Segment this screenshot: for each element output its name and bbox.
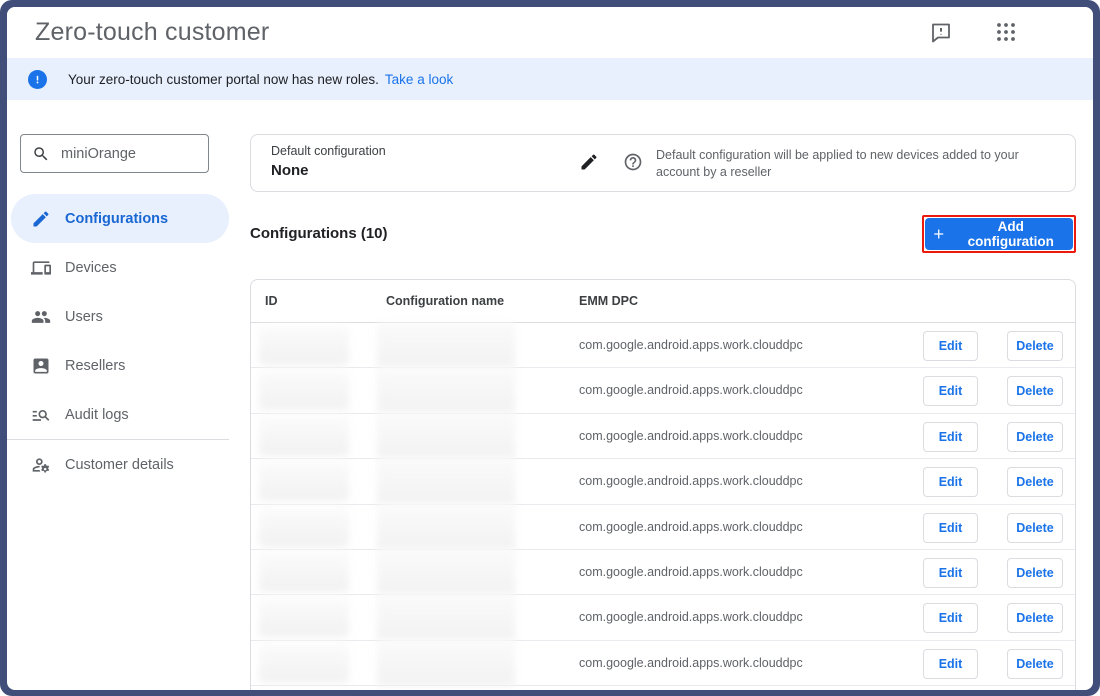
edit-button[interactable]: Edit (923, 422, 978, 452)
emm-dpc-cell: com.google.android.apps.work.clouddpc (579, 383, 803, 397)
sidebar-item-label: Resellers (65, 358, 125, 374)
edit-button[interactable]: Edit (923, 558, 978, 588)
redacted-configuration-name-cell (377, 323, 515, 368)
default-configuration-help-text: Default configuration will be applied to… (656, 147, 1036, 181)
zero-touch-portal-window: Zero-touch customer (7, 7, 1093, 690)
configurations-table: ID Configuration name EMM DPC com.google… (250, 279, 1076, 690)
redacted-id-cell (259, 598, 349, 637)
delete-button[interactable]: Delete (1007, 603, 1063, 633)
users-icon (31, 307, 51, 327)
default-configuration-label: Default configuration (271, 144, 386, 158)
emm-dpc-cell: com.google.android.apps.work.clouddpc (579, 338, 803, 352)
table-row: com.google.android.apps.work.clouddpc Ed… (251, 595, 1075, 640)
person-gear-icon (31, 455, 51, 475)
red-highlight-annotation: Add configuration (922, 215, 1076, 253)
screenshot-frame: Zero-touch customer (0, 0, 1100, 696)
redacted-configuration-name-cell (377, 505, 515, 550)
column-header-configuration-name: Configuration name (386, 294, 504, 308)
sidebar-item-label: Configurations (65, 211, 168, 227)
edit-button[interactable]: Edit (923, 603, 978, 633)
table-row: com.google.android.apps.work.clouddpc Ed… (251, 323, 1075, 368)
edit-button[interactable]: Edit (923, 467, 978, 497)
emm-dpc-cell: com.google.android.apps.work.clouddpc (579, 429, 803, 443)
take-a-look-link[interactable]: Take a look (385, 72, 453, 87)
sidebar-item-customer-details[interactable]: Customer details (11, 440, 229, 489)
redacted-id-cell (259, 462, 349, 501)
pencil-icon (31, 209, 51, 229)
table-row: com.google.android.apps.work.clouddpc Ed… (251, 368, 1075, 413)
edit-button[interactable]: Edit (923, 649, 978, 679)
delete-button[interactable]: Delete (1007, 467, 1063, 497)
column-header-emm-dpc: EMM DPC (579, 294, 638, 308)
redacted-id-cell (259, 371, 349, 410)
add-configuration-label: Add configuration (954, 219, 1067, 249)
add-configuration-button[interactable]: Add configuration (925, 218, 1073, 250)
redacted-configuration-name-cell (377, 368, 515, 413)
table-row: com.google.android.apps.work.clouddpc Ed… (251, 550, 1075, 595)
apps-grid-icon[interactable] (994, 20, 1018, 44)
reseller-badge-icon (31, 356, 51, 376)
app-header: Zero-touch customer (7, 7, 1093, 58)
sidebar-item-label: Customer details (65, 457, 174, 473)
sidebar-item-configurations[interactable]: Configurations (11, 194, 229, 243)
edit-button[interactable]: Edit (923, 331, 978, 361)
sidebar-search[interactable] (20, 134, 209, 173)
redacted-configuration-name-cell (377, 595, 515, 640)
redacted-configuration-name-cell (377, 641, 515, 686)
plus-icon (931, 226, 946, 242)
edit-button[interactable]: Edit (923, 513, 978, 543)
banner-message: Your zero-touch customer portal now has … (68, 72, 379, 87)
sidebar-item-audit-logs[interactable]: Audit logs (11, 390, 229, 439)
sidebar-item-label: Users (65, 309, 103, 325)
sidebar-item-label: Audit logs (65, 407, 129, 423)
emm-dpc-cell: com.google.android.apps.work.clouddpc (579, 656, 803, 670)
delete-button[interactable]: Delete (1007, 558, 1063, 588)
search-icon (32, 145, 50, 163)
audit-logs-icon (31, 405, 51, 425)
delete-button[interactable]: Delete (1007, 513, 1063, 543)
table-row: com.google.android.apps.work.clouddpc Ed… (251, 459, 1075, 504)
edit-button[interactable]: Edit (923, 376, 978, 406)
redacted-id-cell (259, 417, 349, 456)
devices-icon (31, 258, 51, 278)
sidebar-item-users[interactable]: Users (11, 292, 229, 341)
column-header-id: ID (265, 294, 278, 308)
emm-dpc-cell: com.google.android.apps.work.clouddpc (579, 565, 803, 579)
table-row: com.google.android.apps.work.clouddpc Ed… (251, 414, 1075, 459)
help-icon (623, 152, 643, 172)
sidebar-item-devices[interactable]: Devices (11, 243, 229, 292)
table-row: com.google.android.apps.work.clouddpc Ed… (251, 505, 1075, 550)
delete-button[interactable]: Delete (1007, 376, 1063, 406)
page-title: Zero-touch customer (35, 18, 269, 47)
redacted-id-cell (259, 508, 349, 547)
sidebar-nav: Configurations Devices Users Resellers (7, 194, 235, 489)
emm-dpc-cell: com.google.android.apps.work.clouddpc (579, 520, 803, 534)
delete-button[interactable]: Delete (1007, 331, 1063, 361)
redacted-id-cell (259, 326, 349, 365)
redacted-configuration-name-cell (377, 414, 515, 459)
sidebar-item-label: Devices (65, 260, 117, 276)
table-row: com.google.android.apps.work.clouddpc Ed… (251, 641, 1075, 686)
configurations-heading: Configurations (10) (250, 225, 388, 242)
emm-dpc-cell: com.google.android.apps.work.clouddpc (579, 610, 803, 624)
redacted-configuration-name-cell (377, 459, 515, 504)
redacted-configuration-name-cell (377, 550, 515, 595)
delete-button[interactable]: Delete (1007, 422, 1063, 452)
info-icon (28, 70, 47, 89)
sidebar-item-resellers[interactable]: Resellers (11, 341, 229, 390)
redacted-id-cell (259, 553, 349, 592)
notification-banner: Your zero-touch customer portal now has … (7, 58, 1093, 100)
default-configuration-card: Default configuration None Default confi… (250, 134, 1076, 192)
search-input[interactable] (59, 145, 199, 163)
feedback-icon[interactable] (929, 20, 953, 44)
delete-button[interactable]: Delete (1007, 649, 1063, 679)
redacted-id-cell (259, 644, 349, 683)
default-configuration-value: None (271, 162, 309, 179)
emm-dpc-cell: com.google.android.apps.work.clouddpc (579, 474, 803, 488)
edit-default-configuration-icon[interactable] (579, 152, 603, 176)
table-header: ID Configuration name EMM DPC (251, 280, 1075, 323)
